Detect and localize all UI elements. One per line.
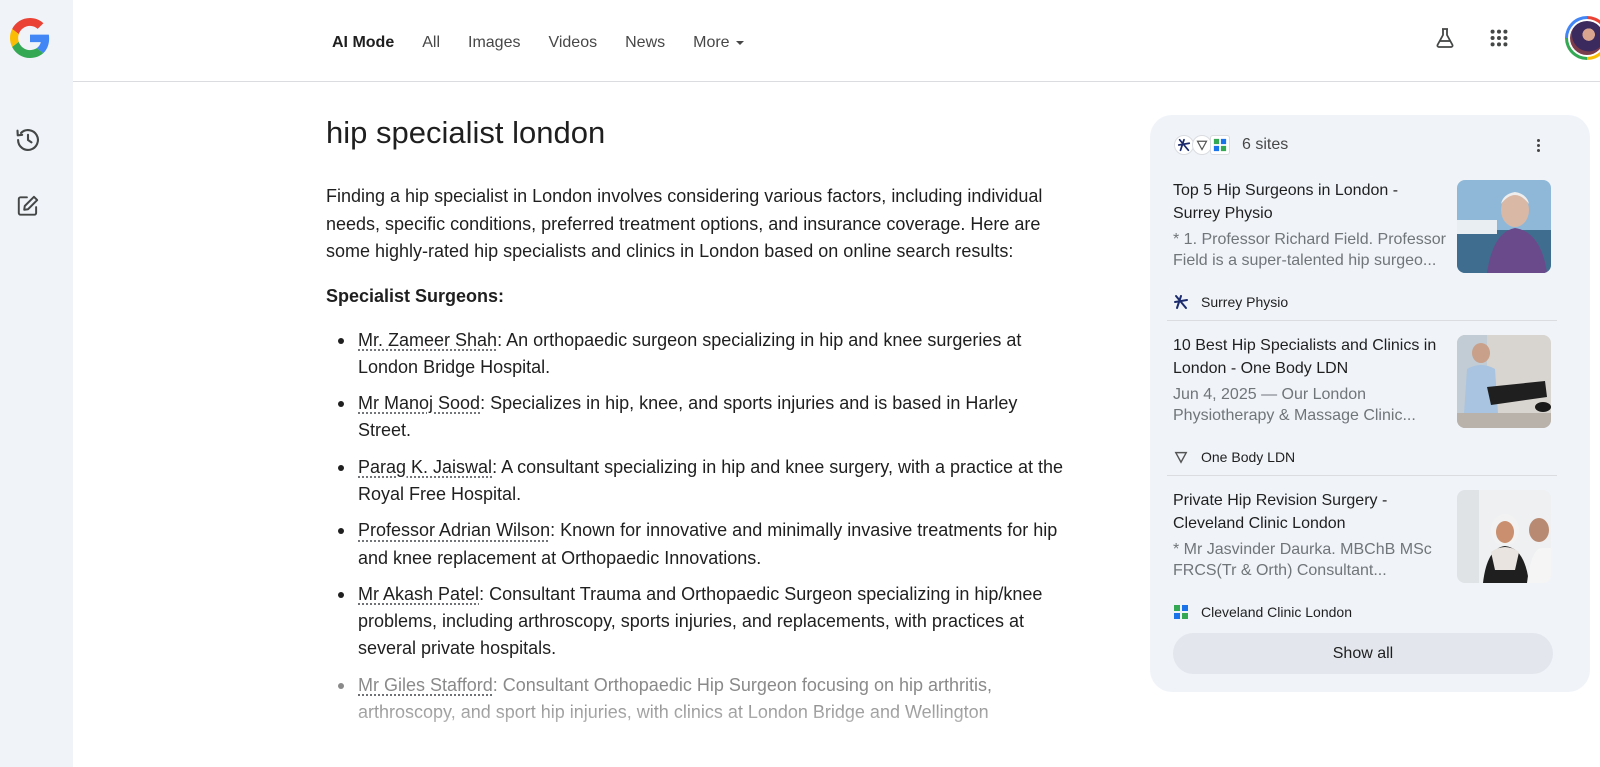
- tab-ai-mode[interactable]: AI Mode: [332, 34, 394, 52]
- list-item: Mr Giles Stafford: Consultant Orthopaedi…: [326, 672, 1066, 727]
- divider: [1167, 320, 1557, 321]
- ai-answer: hip specialist london Finding a hip spec…: [326, 110, 1066, 735]
- source-snippet: * Mr Jasvinder Daurka. MBChB MSc FRCS(Tr…: [1173, 539, 1448, 581]
- surgeon-link[interactable]: Mr. Zameer Shah: [358, 330, 497, 350]
- one-body-ldn-icon: [1173, 449, 1189, 465]
- source-thumbnail: [1457, 490, 1551, 583]
- list-item: Parag K. Jaiswal: A consultant specializ…: [326, 454, 1066, 509]
- history-icon[interactable]: [12, 124, 44, 156]
- surgeon-list: Mr. Zameer Shah: An orthopaedic surgeon …: [326, 327, 1066, 727]
- cleveland-clinic-favicon-icon: [1210, 135, 1230, 155]
- avatar[interactable]: [1565, 16, 1600, 60]
- section-title: Specialist Surgeons:: [326, 283, 1066, 310]
- source-title: 10 Best Hip Specialists and Clinics in L…: [1173, 335, 1448, 380]
- tab-news[interactable]: News: [625, 34, 665, 52]
- query-title: hip specialist london: [326, 110, 1066, 156]
- source-site: Cleveland Clinic London: [1173, 604, 1352, 620]
- source-title: Top 5 Hip Surgeons in London - Surrey Ph…: [1173, 180, 1448, 225]
- source-card[interactable]: 10 Best Hip Specialists and Clinics in L…: [1173, 335, 1553, 475]
- surgeon-link[interactable]: Mr Manoj Sood: [358, 393, 480, 413]
- source-card[interactable]: Top 5 Hip Surgeons in London - Surrey Ph…: [1173, 180, 1553, 320]
- labs-flask-icon[interactable]: [1429, 22, 1461, 54]
- list-item: Mr. Zameer Shah: An orthopaedic surgeon …: [326, 327, 1066, 382]
- top-bar: AI Mode All Images Videos News More: [73, 0, 1600, 82]
- divider: [1167, 475, 1557, 476]
- google-logo[interactable]: [10, 18, 50, 58]
- source-snippet: Jun 4, 2025 — Our London Physiotherapy &…: [1173, 384, 1448, 426]
- source-title: Private Hip Revision Surgery - Cleveland…: [1173, 490, 1448, 535]
- left-rail: [0, 0, 73, 767]
- avatar-photo: [1570, 21, 1600, 55]
- new-thread-icon[interactable]: [12, 190, 44, 222]
- tab-videos[interactable]: Videos: [548, 34, 597, 52]
- sources-header: 6 sites: [1174, 135, 1288, 155]
- chevron-down-icon: [736, 41, 744, 45]
- apps-grid-icon[interactable]: [1483, 22, 1515, 54]
- source-site: Surrey Physio: [1173, 294, 1288, 310]
- cleveland-clinic-icon: [1173, 604, 1189, 620]
- sources-panel: 6 sites Top 5 Hip Surgeons in London - S…: [1150, 115, 1590, 692]
- answer-intro: Finding a hip specialist in London invol…: [326, 183, 1066, 266]
- surgeon-link[interactable]: Professor Adrian Wilson: [358, 520, 550, 540]
- tab-all[interactable]: All: [422, 34, 440, 52]
- list-item: Mr Manoj Sood: Specializes in hip, knee,…: [326, 390, 1066, 445]
- search-tabs: AI Mode All Images Videos News More: [332, 34, 772, 52]
- sites-count: 6 sites: [1242, 136, 1288, 154]
- source-thumbnail: [1457, 180, 1551, 273]
- source-snippet: * 1. Professor Richard Field. Professor …: [1173, 229, 1448, 271]
- more-options-icon[interactable]: [1528, 135, 1548, 155]
- show-all-button[interactable]: Show all: [1173, 633, 1553, 674]
- tab-images[interactable]: Images: [468, 34, 520, 52]
- source-thumbnail: [1457, 335, 1551, 428]
- source-site: One Body LDN: [1173, 449, 1295, 465]
- surrey-physio-icon: [1173, 294, 1189, 310]
- surrey-physio-favicon-icon: [1174, 135, 1194, 155]
- list-item: Professor Adrian Wilson: Known for innov…: [326, 517, 1066, 572]
- one-body-favicon-icon: [1192, 135, 1212, 155]
- surgeon-link[interactable]: Mr Akash Patel: [358, 584, 479, 604]
- surgeon-link[interactable]: Parag K. Jaiswal: [358, 457, 492, 477]
- tab-more[interactable]: More: [693, 34, 743, 52]
- source-card[interactable]: Private Hip Revision Surgery - Cleveland…: [1173, 490, 1553, 630]
- surgeon-link[interactable]: Mr Giles Stafford: [358, 675, 493, 695]
- list-item: Mr Akash Patel: Consultant Trauma and Or…: [326, 581, 1066, 663]
